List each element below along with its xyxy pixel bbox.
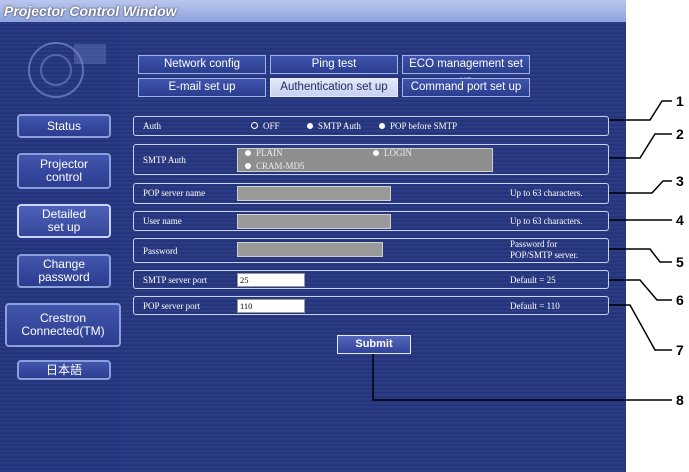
callout-number: 5: [676, 254, 684, 270]
callout-lines: [372, 100, 672, 401]
callout-number: 2: [676, 126, 684, 142]
callout-number: 1: [676, 93, 684, 109]
callout-number: 3: [676, 173, 684, 189]
callout-number: 8: [676, 392, 684, 408]
callout-number: 6: [676, 292, 684, 308]
callout-number: 7: [676, 342, 684, 358]
callout-number: 4: [676, 212, 684, 228]
